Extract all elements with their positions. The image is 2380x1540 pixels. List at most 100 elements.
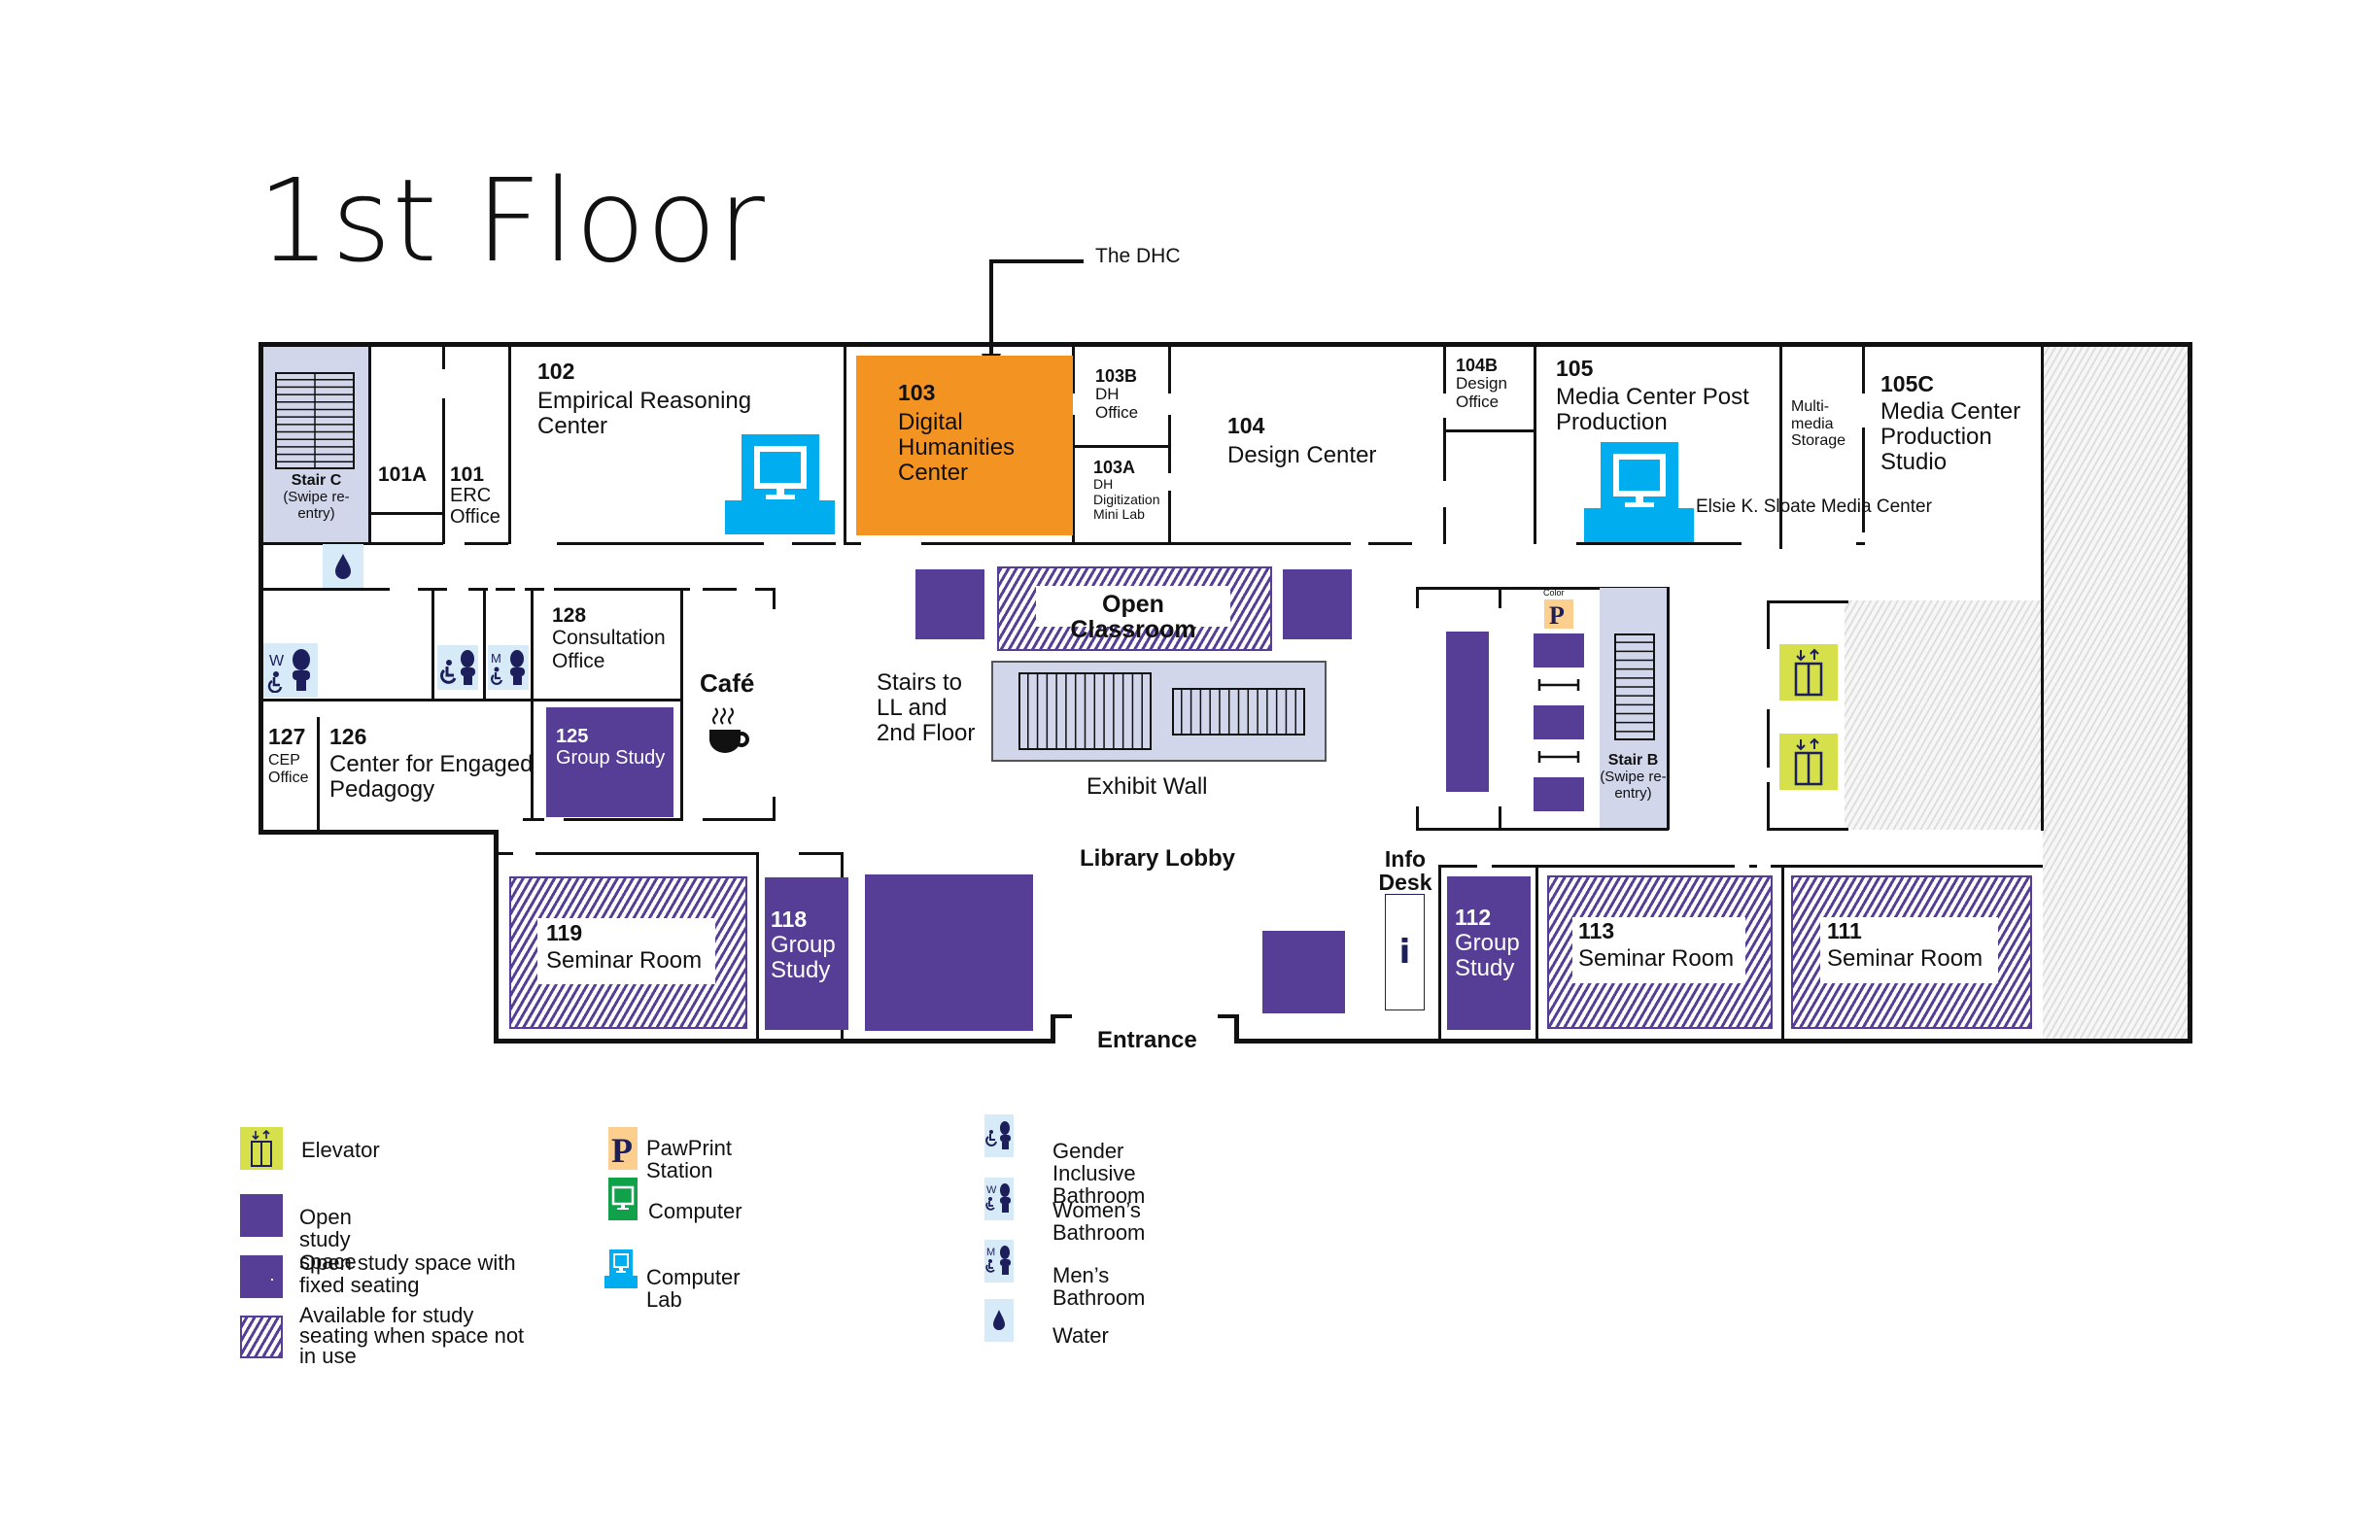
wall <box>1368 542 1412 545</box>
entrance-jamb-left <box>1051 1014 1055 1044</box>
wall <box>525 588 544 591</box>
womens-bathroom-icon: W <box>263 643 318 698</box>
room-101a-number: 101A <box>378 463 428 486</box>
exhibit-wall-label: Exhibit Wall <box>1087 773 1208 800</box>
wall <box>1443 507 1446 544</box>
stair-b-label: Stair B (Swipe re-entry) <box>1600 752 1667 803</box>
room-104b-number: 104B <box>1456 356 1499 375</box>
bench-icon <box>1537 749 1580 765</box>
stairs-main-label: Stairs to LL and 2nd Floor <box>877 669 976 746</box>
room-126-name: Center for Engaged Pedagogy <box>329 751 534 804</box>
room-111-name: Seminar Room <box>1827 945 1983 973</box>
room-103a: 103A DH Digitization Mini Lab <box>1093 459 1171 523</box>
legend-elevator-icon <box>240 1127 283 1170</box>
wall <box>792 542 836 545</box>
room-128-number: 128 <box>552 604 587 627</box>
svg-text:P: P <box>611 1131 633 1166</box>
water-icon <box>323 544 363 588</box>
outer-wall-bottom-right <box>1234 1039 2192 1044</box>
room-111: 111 Seminar Room <box>1827 919 1997 972</box>
entrance-label: Entrance <box>1097 1027 1197 1053</box>
room-127-number: 127 <box>268 724 306 749</box>
room-103b-name: DH Office <box>1095 384 1139 422</box>
legend-water-icon <box>984 1299 1014 1342</box>
room-113: 113 Seminar Room <box>1578 919 1748 972</box>
elevator-icon[interactable] <box>1779 734 1838 790</box>
wall <box>844 542 861 545</box>
room-105c-name: Media Center Production Studio <box>1880 398 2021 475</box>
wall <box>535 852 759 855</box>
legend-label-water: Water <box>1052 1323 1109 1348</box>
wall <box>1168 345 1171 394</box>
open-study-space[interactable] <box>1534 633 1584 667</box>
pawprint-icon[interactable]: P <box>1544 599 1573 629</box>
svg-text:W: W <box>986 1184 997 1196</box>
room-101-number: 101 <box>450 463 485 486</box>
wall <box>1862 345 1865 394</box>
legend-open-study-swatch <box>240 1194 283 1237</box>
computer-lab-icon[interactable] <box>1584 442 1694 542</box>
elevator-icon[interactable] <box>1779 644 1838 701</box>
wall <box>1416 587 1419 608</box>
info-desk[interactable]: i <box>1385 894 1425 1010</box>
pawprint-color-label: Color <box>1543 588 1565 598</box>
multimedia-storage-label: Multi-media Storage <box>1791 398 1846 450</box>
dhc-callout-label: The DHC <box>1095 245 1181 267</box>
legend-label-gender-inclusive: Gender Inclusive Bathroom <box>1052 1139 1146 1209</box>
room-128: 128 Consultation Office <box>552 604 678 672</box>
room-126: 126 Center for Engaged Pedagogy <box>329 725 534 803</box>
wall <box>756 852 759 1042</box>
stairs-icon <box>275 372 355 469</box>
room-118-number: 118 <box>771 907 808 932</box>
wall <box>431 588 434 700</box>
library-lobby-label: Library Lobby <box>1080 845 1236 872</box>
gender-inclusive-bathroom-icon <box>437 645 478 690</box>
legend-label-hatched: Available for study seating when space n… <box>299 1303 525 1368</box>
computer-lab-icon[interactable] <box>725 434 835 534</box>
legend-computer-lab-icon <box>604 1249 638 1288</box>
open-study-space[interactable] <box>1283 569 1352 639</box>
wall <box>1781 865 1784 1042</box>
stair-c-label: Stair C (Swipe re-entry) <box>263 472 369 523</box>
page-title: 1st Floor <box>258 154 766 288</box>
stair-c-steps <box>275 372 355 469</box>
room-103a-name: DH Digitization Mini Lab <box>1093 475 1160 523</box>
mens-bathroom-icon: M <box>488 645 529 690</box>
open-study-space[interactable] <box>1534 705 1584 739</box>
legend-pawprint-icon: P <box>608 1127 638 1170</box>
open-study-space[interactable] <box>865 874 1033 1031</box>
svg-text:W: W <box>269 653 285 669</box>
room-103: 103 Digital Humanities Center <box>898 381 1063 486</box>
room-105-number: 105 <box>1556 356 1594 381</box>
wall <box>1667 587 1670 830</box>
wall <box>799 852 843 855</box>
wall <box>1767 828 1848 831</box>
room-102-number: 102 <box>537 359 575 384</box>
wall <box>1856 542 1865 545</box>
open-study-space[interactable] <box>1262 931 1345 1013</box>
room-119-name: Seminar Room <box>546 947 703 975</box>
wall <box>554 588 690 591</box>
open-study-space[interactable] <box>915 569 984 639</box>
wall <box>1767 782 1770 831</box>
legend-label-womens: Women’s Bathroom <box>1052 1198 1146 1246</box>
legend-computer-icon <box>608 1178 638 1220</box>
stairs-icon <box>1614 633 1655 740</box>
legend-label-elevator: Elevator <box>301 1138 380 1162</box>
wall <box>1438 865 1477 868</box>
wall <box>755 588 775 591</box>
wall <box>508 345 511 544</box>
room-112: 112 Group Study <box>1455 906 1533 981</box>
open-study-space[interactable] <box>1534 777 1584 811</box>
stair-b-note: (Swipe re-entry) <box>1600 768 1667 802</box>
sloate-media-center-label: Elsie K. Sloate Media Center <box>1696 496 1932 517</box>
wall <box>442 345 445 369</box>
coffee-cup-icon <box>707 704 749 755</box>
wall <box>1534 345 1536 544</box>
room-118: 118 Group Study <box>771 907 848 983</box>
stairs-icon <box>1018 672 1152 750</box>
room-105c-number: 105C <box>1880 371 1934 396</box>
open-study-space-long-table[interactable] <box>1446 632 1489 792</box>
room-105c: 105C Media Center Production Studio <box>1880 372 2036 475</box>
wall <box>1073 445 1170 448</box>
